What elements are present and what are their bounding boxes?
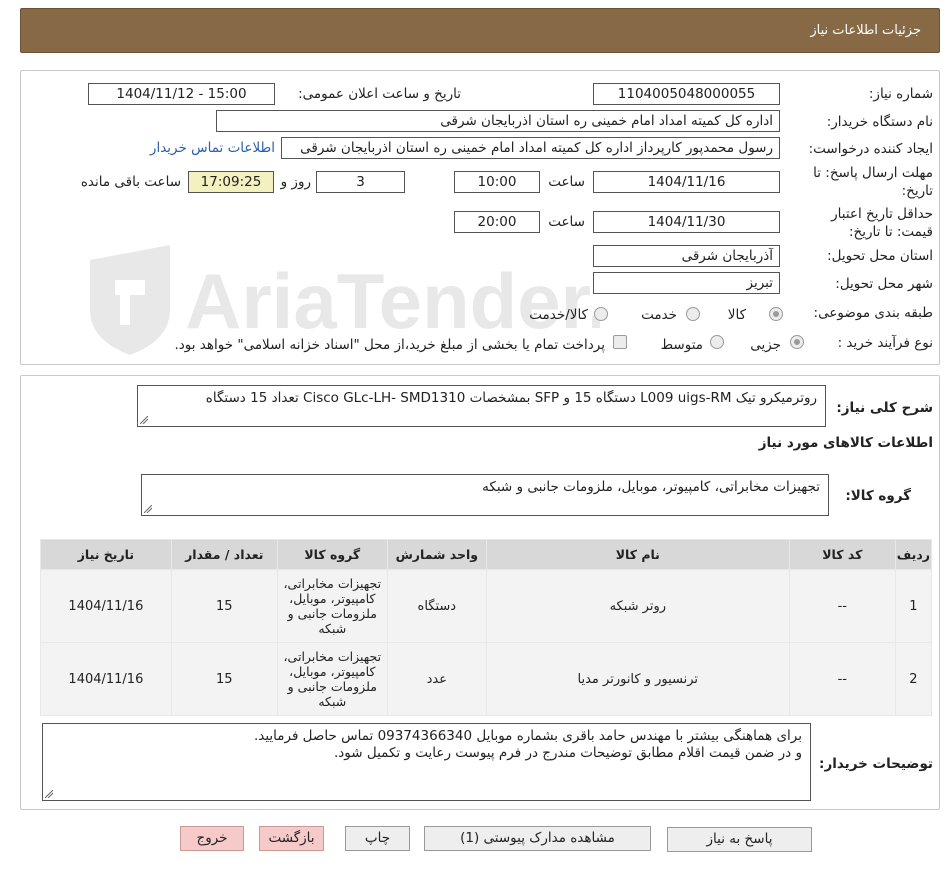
resize-grip-icon <box>45 790 53 798</box>
page-header: جزئیات اطلاعات نیاز <box>20 8 940 53</box>
process-label: نوع فرآیند خرید : <box>837 335 933 351</box>
remaining-time-label: ساعت باقی مانده <box>80 174 181 190</box>
attachments-button[interactable]: مشاهده مدارک پیوستی (1) <box>424 826 651 851</box>
price-valid-time-label: ساعت <box>548 214 585 230</box>
table-row: 2 -- ترنسیور و کانورتر مدیا عدد تجهیزات … <box>40 642 933 716</box>
buyer-notes-textarea[interactable]: برای هماهنگی بیشتر با مهندس حامد باقری ب… <box>42 723 811 801</box>
col-group: گروه کالا <box>276 539 388 570</box>
category-option-goods-service: کالا/خدمت <box>529 307 588 323</box>
category-option-service: خدمت <box>641 307 677 323</box>
cell-name: روتر شبکه <box>485 569 790 643</box>
process-radio-minor[interactable] <box>790 335 804 349</box>
price-valid-time-field: 20:00 <box>454 211 540 233</box>
buyer-org-field: اداره کل کمیته امداد امام خمینی ره استان… <box>216 110 780 132</box>
buyer-org-label: نام دستگاه خریدار: <box>826 114 933 130</box>
col-unit: واحد شمارش <box>386 539 487 570</box>
province-label: استان محل تحویل: <box>827 248 933 264</box>
price-valid-date-field: 1404/11/30 <box>593 211 780 233</box>
goods-group-text: تجهیزات مخابراتی، کامپیوتر، موبایل، ملزو… <box>482 479 820 495</box>
cell-qty: 15 <box>170 642 278 716</box>
col-qty: تعداد / مقدار <box>170 539 278 570</box>
summary-label: شرح کلی نیاز: <box>836 400 933 416</box>
buyer-contact-link[interactable]: اطلاعات تماس خریدار <box>150 140 275 156</box>
goods-group-textarea[interactable]: تجهیزات مخابراتی، کامپیوتر، موبایل، ملزو… <box>141 474 829 516</box>
resize-grip-icon <box>140 416 148 424</box>
buyer-notes-label: توضیحات خریدار: <box>819 756 933 772</box>
cell-row: 2 <box>894 642 933 716</box>
treasury-checkbox[interactable] <box>613 335 627 349</box>
goods-group-label: گروه کالا: <box>845 488 911 504</box>
category-label: طبقه بندی موضوعی: <box>813 305 933 321</box>
cell-unit: دستگاه <box>386 569 487 643</box>
creator-label: ایجاد کننده درخواست: <box>808 141 933 157</box>
back-button[interactable]: بازگشت <box>259 826 324 851</box>
resize-grip-icon <box>144 505 152 513</box>
days-label: روز و <box>280 174 311 190</box>
price-valid-label: حداقل تاریخ اعتبار <box>831 206 933 222</box>
send-time-label: ساعت <box>548 174 585 190</box>
send-date-field: 1404/11/16 <box>593 171 780 193</box>
cell-group: تجهیزات مخابراتی، کامپیوتر، موبایل، ملزو… <box>276 642 388 716</box>
price-valid-label-2: قیمت: تا تاریخ: <box>849 224 933 240</box>
remaining-time-field: 17:09:25 <box>188 171 274 193</box>
days-remaining-field: 3 <box>316 171 405 193</box>
col-row: ردیف <box>894 539 933 570</box>
category-option-goods: کالا <box>727 307 746 323</box>
print-button[interactable]: چاپ <box>345 826 410 851</box>
items-table: ردیف کد کالا نام کالا واحد شمارش گروه کا… <box>40 539 933 716</box>
process-option-minor: جزیی <box>750 337 781 353</box>
cell-date: 1404/11/16 <box>40 569 172 643</box>
category-radio-goods[interactable] <box>769 307 783 321</box>
city-field: تبریز <box>593 272 780 294</box>
page-title: جزئیات اطلاعات نیاز <box>810 23 921 38</box>
col-date: تاریخ نیاز <box>40 539 172 570</box>
cell-row: 1 <box>894 569 933 643</box>
goods-info-title: اطلاعات کالاهای مورد نیاز <box>758 435 933 451</box>
col-code: کد کالا <box>788 539 896 570</box>
city-label: شهر محل تحویل: <box>835 276 933 292</box>
table-row: 1 -- روتر شبکه دستگاه تجهیزات مخابراتی، … <box>40 569 933 643</box>
send-deadline-label-2: تاریخ: <box>901 183 933 199</box>
need-number-field: 1104005048000055 <box>593 83 780 105</box>
cell-code: -- <box>788 642 896 716</box>
treasury-note: پرداخت تمام یا بخشی از مبلغ خرید،از محل … <box>174 337 605 353</box>
send-deadline-label: مهلت ارسال پاسخ: تا <box>813 165 933 181</box>
cell-date: 1404/11/16 <box>40 642 172 716</box>
col-name: نام کالا <box>485 539 790 570</box>
announce-label: تاریخ و ساعت اعلان عمومی: <box>298 86 461 102</box>
summary-textarea[interactable]: روترمیکرو تیک L009 uigs-RM دستگاه 15 و S… <box>137 385 826 427</box>
cell-qty: 15 <box>170 569 278 643</box>
need-number-label: شماره نیاز: <box>868 86 933 102</box>
summary-text: روترمیکرو تیک L009 uigs-RM دستگاه 15 و S… <box>205 390 817 406</box>
table-header-row: ردیف کد کالا نام کالا واحد شمارش گروه کا… <box>40 539 933 570</box>
cell-group: تجهیزات مخابراتی، کامپیوتر، موبایل، ملزو… <box>276 569 388 643</box>
buyer-notes-line-2: و در ضمن قیمت اقلام مطابق توضیحات مندرج … <box>333 745 802 761</box>
buyer-notes-line-1: برای هماهنگی بیشتر با مهندس حامد باقری ب… <box>253 728 802 744</box>
process-radio-medium[interactable] <box>710 335 724 349</box>
reply-button[interactable]: پاسخ به نیاز <box>667 827 812 852</box>
cell-code: -- <box>788 569 896 643</box>
category-radio-service[interactable] <box>686 307 700 321</box>
cell-name: ترنسیور و کانورتر مدیا <box>485 642 790 716</box>
exit-button[interactable]: خروج <box>180 826 244 851</box>
cell-unit: عدد <box>386 642 487 716</box>
creator-field: رسول محمدپور کارپرداز اداره کل کمیته امد… <box>281 137 780 159</box>
send-time-field: 10:00 <box>454 171 540 193</box>
announce-field: 1404/11/12 - 15:00 <box>88 83 275 105</box>
category-radio-goods-service[interactable] <box>594 307 608 321</box>
province-field: آذربایجان شرقی <box>593 245 780 267</box>
process-option-medium: متوسط <box>660 337 703 353</box>
